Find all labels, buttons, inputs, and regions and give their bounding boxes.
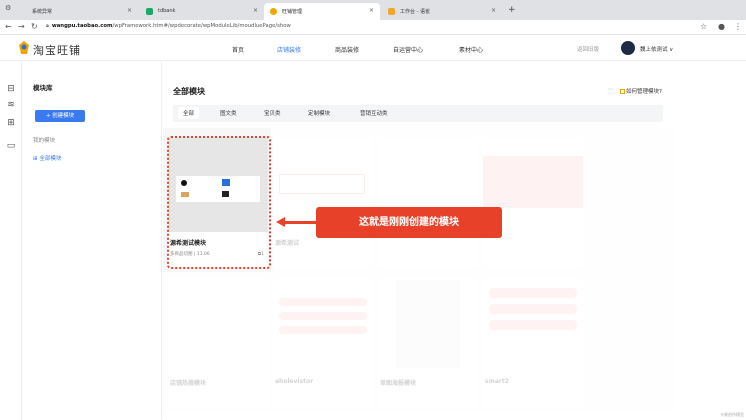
filter-custom[interactable]: 定制模块 xyxy=(308,109,330,117)
red-banner-preview xyxy=(483,156,583,208)
new-tab-icon[interactable]: + xyxy=(508,5,516,15)
reload-icon[interactable]: ↻ xyxy=(31,22,38,31)
filter-image-text[interactable]: 图文类 xyxy=(220,109,237,117)
module-card[interactable]: smart2 xyxy=(483,278,583,408)
help-link[interactable]: 如何管理模块? xyxy=(620,87,662,95)
tab-wangpu[interactable]: 旺铺管理 × xyxy=(264,3,380,20)
tab-label: tdbank xyxy=(158,8,176,14)
card-name: 单图海报模块 xyxy=(380,380,417,387)
arrow-left-icon xyxy=(276,217,285,227)
card-name: aholevistor xyxy=(275,378,314,385)
watermark: 卡果创作模型 xyxy=(720,412,744,417)
card-thumbnail xyxy=(273,278,373,372)
tab-label: 旺铺管理 xyxy=(282,9,303,15)
create-module-button[interactable]: + 创建模块 xyxy=(35,110,85,122)
wangpu-favicon-icon xyxy=(270,8,277,15)
wangpu-logo-icon xyxy=(19,41,29,54)
module-card[interactable] xyxy=(378,138,478,268)
arrow-line xyxy=(284,221,316,224)
close-icon[interactable]: × xyxy=(491,7,496,14)
tab-tdbank[interactable]: tdbank × xyxy=(140,3,264,20)
card-thumbnail xyxy=(168,278,268,372)
screenshot-frame: ⚙ 系统异常 × tdbank × 旺铺管理 × 工作台 - 语雀 × + ← … xyxy=(0,0,746,420)
page-title: 全部模块 xyxy=(173,87,205,96)
callout-label: 这就是刚刚创建的模块 xyxy=(316,207,502,238)
url-host: wangpu.taobao.com xyxy=(51,23,113,29)
tab-yuque[interactable]: 工作台 - 语雀 × xyxy=(382,3,502,20)
module-card[interactable]: 单图海报模块 xyxy=(378,278,478,408)
star-icon[interactable]: ☆ xyxy=(700,22,707,31)
card-thumbnail xyxy=(378,278,478,372)
url-field[interactable]: 🔒︎ wangpu.taobao.com/wpFramework.htm#/wpd… xyxy=(46,23,291,30)
sidebar-title: 模块库 xyxy=(33,84,53,92)
card-name: smart2 xyxy=(485,378,509,385)
url-path: /wpFramework.htm#/wpdecorate/wpModuleLib… xyxy=(112,23,291,29)
module-card[interactable]: 店铺热搜模块 xyxy=(168,278,268,408)
page-icon[interactable]: ⊟ xyxy=(6,84,16,94)
nav-material-center[interactable]: 素材中心 xyxy=(459,45,483,54)
nav-home[interactable]: 首页 xyxy=(232,45,244,54)
forward-icon[interactable]: → xyxy=(18,22,25,31)
yuque-favicon-icon xyxy=(388,8,395,15)
highlight-box xyxy=(167,136,271,269)
tdbank-favicon-icon xyxy=(146,8,153,15)
tab-label: 系统异常 xyxy=(32,9,53,15)
sidebar-item-all-modules[interactable]: ⊞ 全部模块 xyxy=(33,154,61,162)
sidebar-item-label: 全部模块 xyxy=(39,156,62,162)
close-icon[interactable]: × xyxy=(127,7,132,14)
profile-icon[interactable]: ● xyxy=(718,22,725,31)
left-rail: ⊟ ≋ ⊞ ▭ xyxy=(0,62,22,420)
filter-product[interactable]: 宝贝类 xyxy=(264,109,281,117)
card-thumbnail xyxy=(483,278,583,372)
more-icon[interactable]: ⋮ xyxy=(734,22,742,31)
address-bar: ← → ↻ 🔒︎ wangpu.taobao.com/wpFramework.ht… xyxy=(0,20,746,35)
browser-tabbar: ⚙ 系统异常 × tdbank × 旺铺管理 × 工作台 - 语雀 × + xyxy=(0,0,746,20)
user-menu[interactable]: 魏上依测试 ∨ xyxy=(640,45,673,53)
help-label: 如何管理模块? xyxy=(626,89,662,95)
close-icon[interactable]: × xyxy=(253,7,258,14)
tab-label: 工作台 - 语雀 xyxy=(400,9,430,15)
nav-shop-decoration[interactable]: 店铺装修 xyxy=(277,45,301,54)
card-name: 店铺热搜模块 xyxy=(170,380,207,387)
back-icon[interactable]: ← xyxy=(5,22,12,31)
poster-preview xyxy=(396,280,460,368)
avatar[interactable] xyxy=(621,41,635,55)
module-icon[interactable]: ⊞ xyxy=(6,118,16,128)
monitor-icon[interactable]: ▭ xyxy=(6,141,16,151)
layers-icon[interactable]: ≋ xyxy=(6,100,16,110)
banner-preview xyxy=(279,174,365,194)
filter-all[interactable]: 全部 xyxy=(178,107,200,119)
module-card[interactable]: aholevistor xyxy=(273,278,373,408)
logo-text[interactable]: 淘宝旺铺 xyxy=(33,42,81,58)
app-header: 淘宝旺铺 首页 店铺装修 商品装修 自运营中心 素材中心 返回旧版 魏上依测试 … xyxy=(0,36,746,61)
nav-product-decoration[interactable]: 商品装修 xyxy=(335,45,359,54)
nav-self-operation[interactable]: 自运营中心 xyxy=(393,45,423,54)
module-card[interactable]: 源希测试 xyxy=(273,138,373,268)
tab-system-error[interactable]: 系统异常 × xyxy=(14,3,138,20)
filter-marketing[interactable]: 营销互动类 xyxy=(360,109,388,117)
browser-menu-icon[interactable]: ⚙ xyxy=(5,4,11,12)
filter-bar: 全部 图文类 宝贝类 定制模块 营销互动类 xyxy=(173,105,663,122)
card-name: 源希测试 xyxy=(275,240,300,247)
help-icon xyxy=(620,89,625,94)
module-library-sidebar: 模块库 + 创建模块 我的模块 ⊞ 全部模块 xyxy=(22,62,162,420)
module-card[interactable] xyxy=(483,138,583,268)
lock-icon: 🔒︎ xyxy=(46,23,49,29)
close-icon[interactable]: × xyxy=(369,7,374,14)
my-modules-label: 我的模块 xyxy=(33,138,56,144)
old-version-link[interactable]: 返回旧版 xyxy=(577,45,599,53)
